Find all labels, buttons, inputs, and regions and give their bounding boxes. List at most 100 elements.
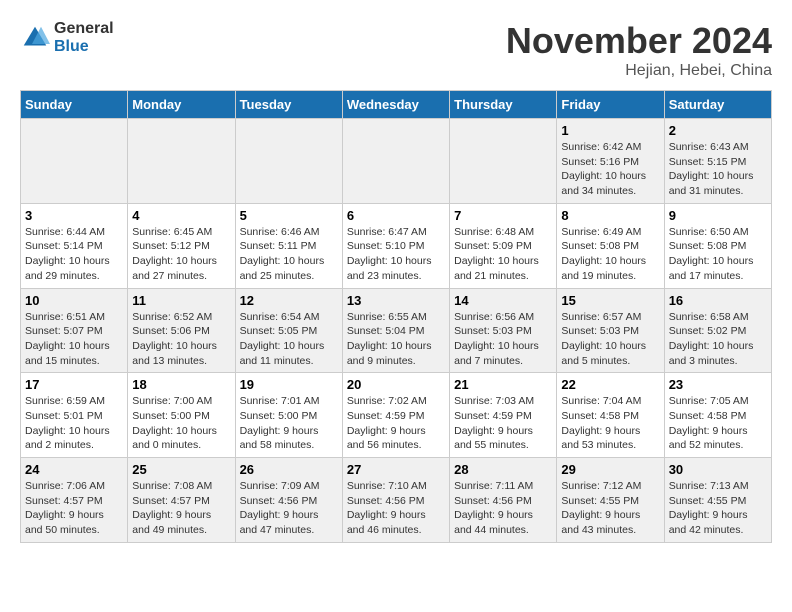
calendar-cell: 8 Sunrise: 6:49 AMSunset: 5:08 PMDaylight… <box>557 203 664 288</box>
calendar-week-row: 24 Sunrise: 7:06 AMSunset: 4:57 PMDayligh… <box>21 458 772 543</box>
calendar-cell: 4 Sunrise: 6:45 AMSunset: 5:12 PMDaylight… <box>128 203 235 288</box>
day-info: Sunrise: 6:52 AMSunset: 5:06 PMDaylight:… <box>132 310 230 369</box>
day-number: 29 <box>561 462 659 477</box>
day-number: 8 <box>561 208 659 223</box>
calendar-cell <box>342 119 449 204</box>
calendar-cell: 23 Sunrise: 7:05 AMSunset: 4:58 PMDayligh… <box>664 373 771 458</box>
day-number: 13 <box>347 293 445 308</box>
header-saturday: Saturday <box>664 91 771 119</box>
calendar-cell: 20 Sunrise: 7:02 AMSunset: 4:59 PMDayligh… <box>342 373 449 458</box>
day-info: Sunrise: 6:56 AMSunset: 5:03 PMDaylight:… <box>454 310 552 369</box>
day-number: 27 <box>347 462 445 477</box>
day-number: 10 <box>25 293 123 308</box>
day-info: Sunrise: 6:43 AMSunset: 5:15 PMDaylight:… <box>669 140 767 199</box>
day-number: 18 <box>132 377 230 392</box>
logo-text: General Blue <box>54 20 114 55</box>
day-info: Sunrise: 7:03 AMSunset: 4:59 PMDaylight:… <box>454 394 552 453</box>
calendar-cell: 3 Sunrise: 6:44 AMSunset: 5:14 PMDaylight… <box>21 203 128 288</box>
calendar-cell: 29 Sunrise: 7:12 AMSunset: 4:55 PMDayligh… <box>557 458 664 543</box>
calendar-cell <box>128 119 235 204</box>
day-number: 5 <box>240 208 338 223</box>
day-info: Sunrise: 6:54 AMSunset: 5:05 PMDaylight:… <box>240 310 338 369</box>
calendar-cell: 28 Sunrise: 7:11 AMSunset: 4:56 PMDayligh… <box>450 458 557 543</box>
location-subtitle: Hejian, Hebei, China <box>506 62 772 80</box>
day-info: Sunrise: 7:11 AMSunset: 4:56 PMDaylight:… <box>454 479 552 538</box>
day-number: 11 <box>132 293 230 308</box>
day-info: Sunrise: 6:48 AMSunset: 5:09 PMDaylight:… <box>454 225 552 284</box>
day-number: 20 <box>347 377 445 392</box>
calendar-cell: 25 Sunrise: 7:08 AMSunset: 4:57 PMDayligh… <box>128 458 235 543</box>
day-number: 19 <box>240 377 338 392</box>
calendar-cell: 30Sunrise: 7:13 AMSunset: 4:55 PMDayligh… <box>664 458 771 543</box>
day-number: 17 <box>25 377 123 392</box>
day-number: 4 <box>132 208 230 223</box>
calendar-cell: 26 Sunrise: 7:09 AMSunset: 4:56 PMDayligh… <box>235 458 342 543</box>
day-number: 12 <box>240 293 338 308</box>
day-info: Sunrise: 6:46 AMSunset: 5:11 PMDaylight:… <box>240 225 338 284</box>
logo-general: General <box>54 20 114 38</box>
day-number: 21 <box>454 377 552 392</box>
calendar-cell: 6 Sunrise: 6:47 AMSunset: 5:10 PMDaylight… <box>342 203 449 288</box>
day-number: 23 <box>669 377 767 392</box>
page-header: General Blue November 2024 Hejian, Hebei… <box>20 20 772 80</box>
calendar-week-row: 3 Sunrise: 6:44 AMSunset: 5:14 PMDaylight… <box>21 203 772 288</box>
calendar-cell: 9Sunrise: 6:50 AMSunset: 5:08 PMDaylight… <box>664 203 771 288</box>
day-info: Sunrise: 6:45 AMSunset: 5:12 PMDaylight:… <box>132 225 230 284</box>
day-number: 26 <box>240 462 338 477</box>
day-info: Sunrise: 6:58 AMSunset: 5:02 PMDaylight:… <box>669 310 767 369</box>
calendar-cell: 22 Sunrise: 7:04 AMSunset: 4:58 PMDayligh… <box>557 373 664 458</box>
calendar-cell: 10Sunrise: 6:51 AMSunset: 5:07 PMDayligh… <box>21 288 128 373</box>
day-number: 7 <box>454 208 552 223</box>
calendar-week-row: 1Sunrise: 6:42 AMSunset: 5:16 PMDaylight… <box>21 119 772 204</box>
calendar-week-row: 17Sunrise: 6:59 AMSunset: 5:01 PMDayligh… <box>21 373 772 458</box>
day-info: Sunrise: 7:01 AMSunset: 5:00 PMDaylight:… <box>240 394 338 453</box>
calendar-cell: 14 Sunrise: 6:56 AMSunset: 5:03 PMDayligh… <box>450 288 557 373</box>
day-number: 24 <box>25 462 123 477</box>
calendar-cell: 16 Sunrise: 6:58 AMSunset: 5:02 PMDayligh… <box>664 288 771 373</box>
header-sunday: Sunday <box>21 91 128 119</box>
header-tuesday: Tuesday <box>235 91 342 119</box>
day-number: 16 <box>669 293 767 308</box>
logo-blue: Blue <box>54 38 114 56</box>
day-number: 22 <box>561 377 659 392</box>
calendar-cell: 1Sunrise: 6:42 AMSunset: 5:16 PMDaylight… <box>557 119 664 204</box>
calendar-cell: 15Sunrise: 6:57 AMSunset: 5:03 PMDayligh… <box>557 288 664 373</box>
calendar-cell <box>21 119 128 204</box>
weekday-header-row: Sunday Monday Tuesday Wednesday Thursday… <box>21 91 772 119</box>
day-number: 1 <box>561 123 659 138</box>
calendar-cell <box>235 119 342 204</box>
header-wednesday: Wednesday <box>342 91 449 119</box>
day-number: 3 <box>25 208 123 223</box>
calendar-cell: 7 Sunrise: 6:48 AMSunset: 5:09 PMDaylight… <box>450 203 557 288</box>
day-number: 14 <box>454 293 552 308</box>
calendar-week-row: 10Sunrise: 6:51 AMSunset: 5:07 PMDayligh… <box>21 288 772 373</box>
calendar-cell <box>450 119 557 204</box>
day-info: Sunrise: 7:04 AMSunset: 4:58 PMDaylight:… <box>561 394 659 453</box>
logo: General Blue <box>20 20 114 55</box>
calendar-cell: 18 Sunrise: 7:00 AMSunset: 5:00 PMDayligh… <box>128 373 235 458</box>
day-info: Sunrise: 7:10 AMSunset: 4:56 PMDaylight:… <box>347 479 445 538</box>
calendar-cell: 21 Sunrise: 7:03 AMSunset: 4:59 PMDayligh… <box>450 373 557 458</box>
day-number: 25 <box>132 462 230 477</box>
day-number: 28 <box>454 462 552 477</box>
calendar-cell: 19 Sunrise: 7:01 AMSunset: 5:00 PMDayligh… <box>235 373 342 458</box>
header-friday: Friday <box>557 91 664 119</box>
day-info: Sunrise: 6:44 AMSunset: 5:14 PMDaylight:… <box>25 225 123 284</box>
header-monday: Monday <box>128 91 235 119</box>
day-number: 6 <box>347 208 445 223</box>
day-info: Sunrise: 6:50 AMSunset: 5:08 PMDaylight:… <box>669 225 767 284</box>
day-info: Sunrise: 7:05 AMSunset: 4:58 PMDaylight:… <box>669 394 767 453</box>
day-info: Sunrise: 7:00 AMSunset: 5:00 PMDaylight:… <box>132 394 230 453</box>
day-info: Sunrise: 7:02 AMSunset: 4:59 PMDaylight:… <box>347 394 445 453</box>
calendar-cell: 27 Sunrise: 7:10 AMSunset: 4:56 PMDayligh… <box>342 458 449 543</box>
day-info: Sunrise: 6:47 AMSunset: 5:10 PMDaylight:… <box>347 225 445 284</box>
day-number: 15 <box>561 293 659 308</box>
day-info: Sunrise: 7:06 AMSunset: 4:57 PMDaylight:… <box>25 479 123 538</box>
day-info: Sunrise: 7:08 AMSunset: 4:57 PMDaylight:… <box>132 479 230 538</box>
calendar-cell: 13Sunrise: 6:55 AMSunset: 5:04 PMDayligh… <box>342 288 449 373</box>
logo-icon <box>20 23 50 53</box>
day-info: Sunrise: 7:09 AMSunset: 4:56 PMDaylight:… <box>240 479 338 538</box>
day-info: Sunrise: 7:12 AMSunset: 4:55 PMDaylight:… <box>561 479 659 538</box>
day-number: 30 <box>669 462 767 477</box>
day-info: Sunrise: 6:49 AMSunset: 5:08 PMDaylight:… <box>561 225 659 284</box>
